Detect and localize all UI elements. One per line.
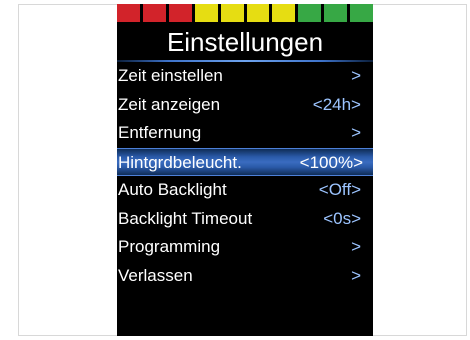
menu-item-value: > [351, 265, 361, 285]
menu-item-value: > [351, 123, 361, 142]
menu-item-auto-backlight[interactable]: Auto Backlight <Off> [117, 176, 373, 205]
level-segment-5 [220, 4, 244, 22]
level-segment-8 [298, 4, 322, 22]
menu-item-label: Zeit einstellen [118, 66, 223, 85]
level-segment-4 [194, 4, 218, 22]
menu-item-label: Entfernung [118, 123, 202, 142]
menu-item-zeit-einstellen[interactable]: Zeit einstellen > [117, 62, 373, 91]
menu-item-value: <0s> [323, 208, 361, 228]
menu-item-label: Hintgrdbeleucht. [118, 152, 242, 172]
level-segment-7 [272, 4, 296, 22]
menu-item-hintergrundbeleuchtung[interactable]: Hintgrdbeleucht. <100%> [117, 147, 373, 176]
menu-item-zeit-anzeigen[interactable]: Zeit anzeigen <24h> [117, 91, 373, 120]
menu-item-programming[interactable]: Programming > [117, 233, 373, 262]
level-segment-10 [350, 4, 373, 22]
menu-item-label: Zeit anzeigen [118, 94, 221, 114]
level-indicator-bar [117, 4, 373, 22]
menu-item-label: Verlassen [118, 265, 193, 285]
menu-item-value: > [351, 237, 361, 256]
menu-item-value: <24h> [312, 94, 361, 114]
menu-item-entfernung[interactable]: Entfernung > [117, 119, 373, 148]
menu-item-label: Auto Backlight [118, 180, 227, 199]
menu-item-value: <Off> [318, 180, 361, 199]
level-segment-3 [168, 4, 192, 22]
page-title: Einstellungen [166, 27, 324, 57]
menu-item-value: <100%> [299, 152, 363, 172]
level-segment-2 [142, 4, 166, 22]
level-segment-1 [117, 4, 140, 22]
settings-menu: Zeit einstellen > Zeit anzeigen <24h> En… [117, 62, 373, 290]
level-segment-9 [324, 4, 348, 22]
menu-item-label: Programming [118, 237, 221, 256]
device-screen: Einstellungen Zeit einstellen > Zeit anz… [117, 4, 373, 336]
menu-item-backlight-timeout[interactable]: Backlight Timeout <0s> [117, 205, 373, 234]
menu-item-label: Backlight Timeout [118, 208, 253, 228]
level-segment-6 [246, 4, 270, 22]
menu-item-verlassen[interactable]: Verlassen > [117, 262, 373, 291]
menu-item-value: > [351, 66, 361, 85]
